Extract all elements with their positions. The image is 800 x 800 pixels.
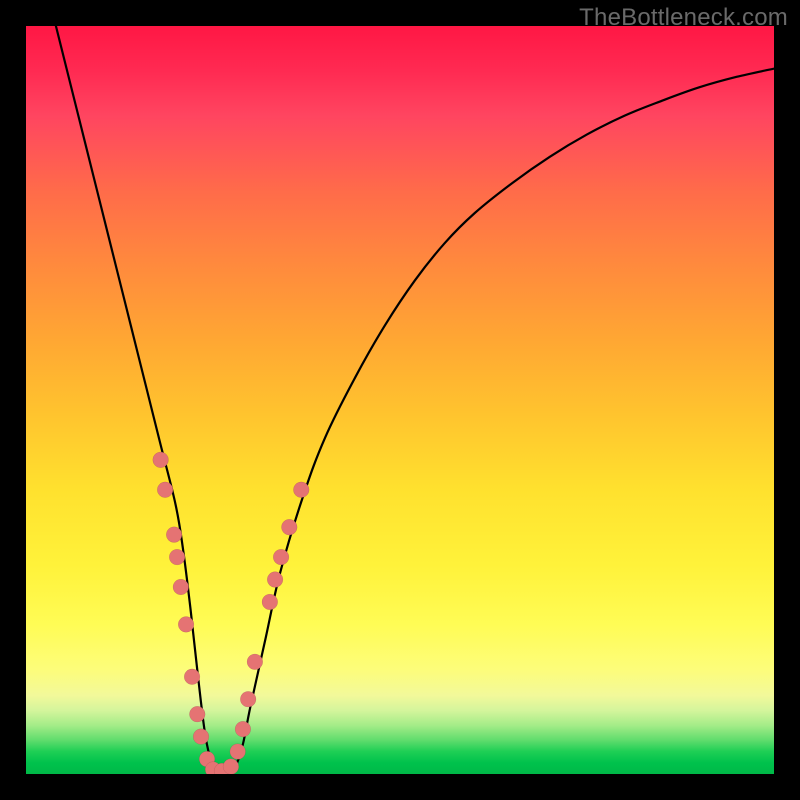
curve-marker (178, 617, 194, 633)
curve-marker (235, 721, 251, 737)
chart-svg (26, 26, 774, 774)
marker-group (153, 452, 309, 774)
curve-marker (153, 452, 169, 468)
curve-marker (281, 519, 297, 535)
curve-marker (240, 691, 256, 707)
curve-marker (223, 759, 239, 774)
curve-marker (189, 706, 205, 722)
curve-marker (273, 549, 289, 565)
curve-marker (247, 654, 263, 670)
watermark-text: TheBottleneck.com (579, 4, 788, 32)
curve-marker (293, 482, 309, 498)
curve-marker (230, 744, 246, 760)
curve-marker (193, 729, 209, 745)
curve-marker (166, 527, 182, 543)
curve-marker (184, 669, 200, 685)
curve-marker (169, 549, 185, 565)
curve-marker (262, 594, 278, 610)
curve-marker (157, 482, 173, 498)
curve-marker (267, 572, 283, 588)
bottleneck-curve (56, 26, 774, 774)
chart-plot-area (26, 26, 774, 774)
curve-marker (173, 579, 189, 595)
